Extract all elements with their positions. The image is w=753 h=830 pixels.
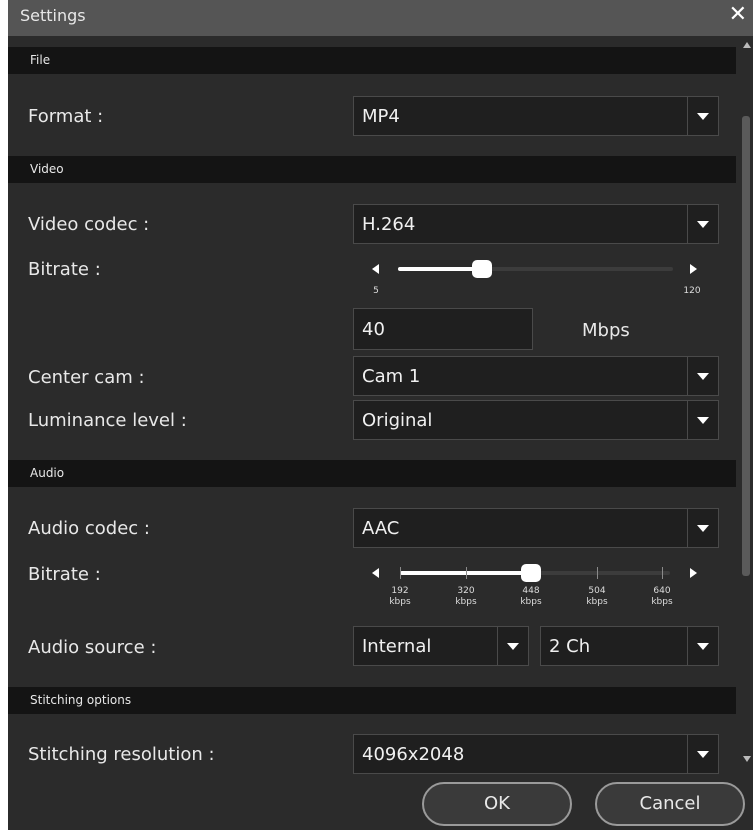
video-codec-label: Video codec : [28,214,150,235]
format-dropdown[interactable]: MP4 [353,96,719,136]
audio-bitrate-tick [662,567,663,579]
audio-bitrate-tick-label: 192 kbps [384,586,416,608]
audio-codec-label: Audio codec : [28,518,150,539]
audio-channels-value: 2 Ch [549,636,591,657]
stitching-resolution-dropdown[interactable]: 4096x2048 [353,734,719,774]
chevron-down-icon[interactable] [687,735,718,773]
video-codec-dropdown[interactable]: H.264 [353,204,719,244]
audio-bitrate-decrease-icon[interactable] [372,568,379,578]
section-header-video: Video [8,156,736,183]
tick-unit: kbps [586,597,608,607]
chevron-down-icon[interactable] [497,627,528,665]
audio-source-dropdown[interactable]: Internal [353,626,529,666]
luminance-value: Original [362,410,433,431]
chevron-down-icon[interactable] [687,401,718,439]
audio-bitrate-tick [597,567,598,579]
format-label: Format : [28,106,104,127]
video-bitrate-slider-thumb[interactable] [472,260,492,278]
audio-codec-value: AAC [362,518,400,539]
tick-unit: kbps [520,597,542,607]
luminance-dropdown[interactable]: Original [353,400,719,440]
audio-codec-dropdown[interactable]: AAC [353,508,719,548]
title-bar: Settings ✕ [8,0,753,36]
video-bitrate-input[interactable]: 40 [353,308,533,350]
ok-button[interactable]: OK [422,782,572,826]
video-bitrate-decrease-icon[interactable] [372,264,379,274]
center-cam-label: Center cam : [28,367,145,388]
audio-bitrate-tick [400,567,401,579]
section-header-file: File [8,47,736,74]
audio-source-label: Audio source : [28,637,157,658]
dialog-title: Settings [20,6,86,25]
video-bitrate-max-label: 120 [683,286,701,296]
scroll-down-icon[interactable] [743,756,751,762]
chevron-down-icon[interactable] [687,205,718,243]
tick-value: 504 [588,586,606,596]
section-title: Video [30,162,64,176]
audio-bitrate-tick [466,567,467,579]
audio-bitrate-slider-thumb[interactable] [521,564,541,582]
section-header-audio: Audio [8,460,736,487]
chevron-down-icon[interactable] [687,357,718,395]
tick-value: 320 [457,586,475,596]
audio-bitrate-increase-icon[interactable] [690,568,697,578]
scrollbar-thumb[interactable] [742,116,750,576]
video-bitrate-increase-icon[interactable] [690,264,697,274]
chevron-down-icon[interactable] [687,97,718,135]
tick-value: 448 [522,586,540,596]
audio-bitrate-tick-label: 504 kbps [581,586,613,608]
center-cam-value: Cam 1 [362,366,421,387]
audio-channels-dropdown[interactable]: 2 Ch [540,626,719,666]
section-title: Audio [30,466,65,480]
section-title: File [30,53,51,67]
audio-source-value: Internal [362,636,432,657]
video-bitrate-fill [398,267,482,271]
section-header-stitching: Stitching options [8,687,736,714]
center-cam-dropdown[interactable]: Cam 1 [353,356,719,396]
audio-bitrate-tick-label: 640 kbps [646,586,678,608]
tick-value: 640 [653,586,671,596]
tick-unit: kbps [651,597,673,607]
audio-bitrate-tick-label: 448 kbps [515,586,547,608]
scroll-up-icon[interactable] [743,42,751,48]
format-value: MP4 [362,106,400,127]
audio-bitrate-label: Bitrate : [28,564,101,585]
video-bitrate-unit: Mbps [582,320,630,341]
audio-bitrate-tick-label: 320 kbps [450,586,482,608]
cancel-button[interactable]: Cancel [595,782,745,826]
tick-unit: kbps [455,597,477,607]
luminance-label: Luminance level : [28,410,187,431]
video-bitrate-value: 40 [362,319,385,340]
close-icon[interactable]: ✕ [729,2,747,27]
chevron-down-icon[interactable] [687,509,718,547]
stitching-resolution-value: 4096x2048 [362,744,465,765]
section-title: Stitching options [30,693,132,707]
chevron-down-icon[interactable] [687,627,718,665]
video-codec-value: H.264 [362,214,416,235]
vertical-scrollbar[interactable] [739,36,753,770]
video-bitrate-min-label: 5 [373,286,379,296]
tick-value: 192 [391,586,409,596]
stitching-resolution-label: Stitching resolution : [28,744,215,765]
settings-dialog: Settings ✕ File Format : MP4 Video Video… [8,0,753,830]
tick-unit: kbps [389,597,411,607]
video-bitrate-label: Bitrate : [28,259,101,280]
